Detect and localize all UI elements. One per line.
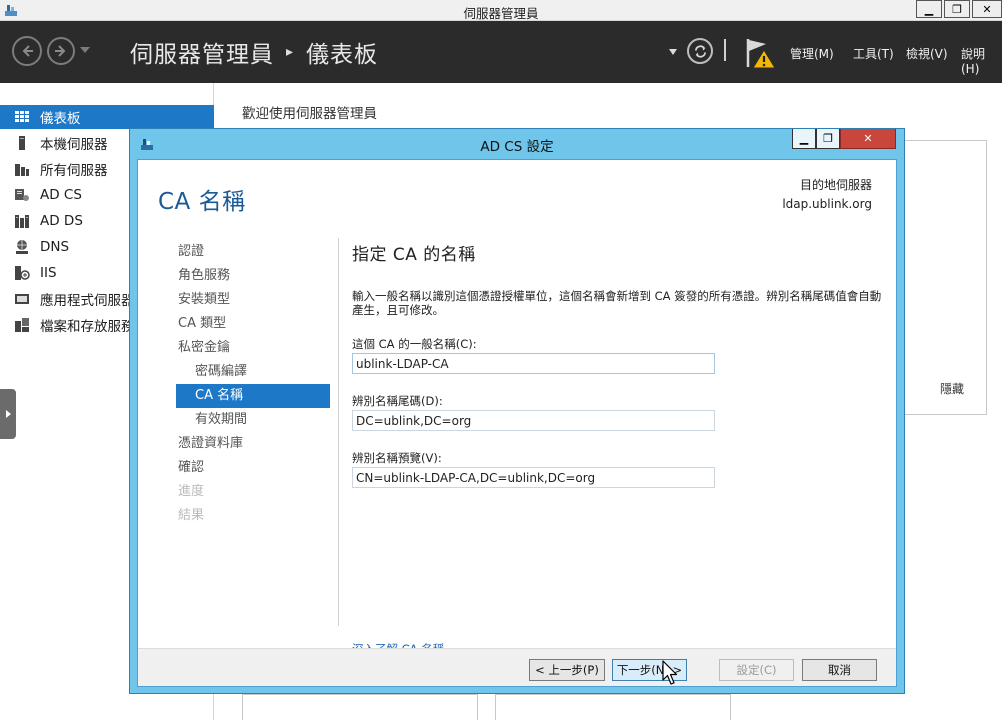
previous-button[interactable]: < 上一步(P): [529, 659, 605, 681]
step-progress: 進度: [178, 484, 205, 499]
servers-icon: [14, 161, 30, 177]
dn-preview-label: 辨別名稱預覽(V):: [352, 451, 442, 465]
forward-button[interactable]: [47, 37, 75, 65]
sidebar-item-label: AD CS: [40, 187, 82, 203]
certificate-icon: [14, 187, 30, 203]
step-ca-type[interactable]: CA 類型: [176, 312, 330, 336]
menu-manage[interactable]: 管理(M): [790, 45, 834, 62]
sidebar-item-label: 本機伺服器: [40, 137, 108, 153]
menu-tools[interactable]: 工具(T): [853, 45, 894, 62]
minimize-button[interactable]: ▁: [916, 0, 942, 18]
pane-title: 指定 CA 的名稱: [352, 245, 476, 265]
welcome-heading: 歡迎使用伺服器管理員: [242, 106, 377, 122]
step-validity-period[interactable]: 有效期間: [176, 408, 330, 432]
adcs-configuration-dialog: AD CS 設定 ▁ ❐ ✕ CA 名稱 目的地伺服器 ldap.ublink.…: [129, 128, 905, 694]
refresh-button[interactable]: [687, 38, 713, 64]
notification-flag-warning-icon[interactable]: [744, 36, 778, 70]
window-controls: ▁ ❐ ✕: [914, 0, 1002, 18]
chevron-right-icon: [5, 410, 11, 418]
step-credentials[interactable]: 認證: [176, 240, 330, 264]
sidebar-item-label: AD DS: [40, 213, 83, 229]
menu-view[interactable]: 檢視(V): [906, 45, 948, 62]
file-storage-icon: [14, 317, 30, 333]
toolbar-divider: [724, 39, 726, 61]
main-toolbar: 伺服器管理員 ▸ 儀表板 管理(M) 工具(T) 檢視(V) 說明(H): [0, 21, 1002, 83]
dialog-minimize-button[interactable]: ▁: [792, 129, 816, 149]
dialog-body: CA 名稱 目的地伺服器 ldap.ublink.org 認證 角色服務 安裝類…: [137, 159, 897, 687]
sidebar-item-label: 應用程式伺服器: [40, 293, 135, 309]
history-dropdown-icon[interactable]: [80, 47, 90, 53]
dialog-window-controls: ▁ ❐ ✕: [792, 129, 896, 149]
step-confirmation[interactable]: 確認: [176, 456, 330, 480]
dn-suffix-label: 辨別名稱尾碼(D):: [352, 394, 443, 408]
dns-icon: [14, 239, 30, 255]
menu-help[interactable]: 說明(H): [961, 45, 1002, 76]
step-certificate-database[interactable]: 憑證資料庫: [176, 432, 330, 456]
sidebar-item-label: DNS: [40, 239, 70, 255]
server-icon: [14, 135, 30, 151]
app-server-icon: [14, 291, 30, 307]
dialog-title-bar: AD CS 設定 ▁ ❐ ✕: [130, 129, 904, 158]
breadcrumb-root[interactable]: 伺服器管理員: [130, 35, 274, 69]
restore-button[interactable]: ❐: [944, 0, 970, 18]
iis-icon: [14, 265, 30, 281]
step-private-key[interactable]: 私密金鑰: [176, 336, 330, 360]
common-name-input[interactable]: [352, 353, 715, 374]
window-title: 伺服器管理員: [463, 6, 539, 21]
sidebar-item-label: 所有伺服器: [40, 163, 108, 179]
dashboard-tile: [242, 694, 478, 720]
step-ca-name[interactable]: CA 名稱: [176, 384, 330, 408]
step-results: 結果: [178, 508, 205, 523]
breadcrumb-current: 儀表板: [306, 42, 379, 68]
dashboard-tile: [495, 694, 731, 720]
step-cryptography[interactable]: 密碼編譯: [176, 360, 330, 384]
breadcrumb: 伺服器管理員 ▸ 儀表板: [130, 35, 378, 69]
destination-server-name: ldap.ublink.org: [782, 197, 872, 211]
window-title-bar: 伺服器管理員 ▁ ❐ ✕: [0, 0, 1002, 21]
pane-description: 輸入一般名稱以識別這個憑證授權單位，這個名稱會新增到 CA 簽發的所有憑證。辨別…: [352, 289, 882, 317]
sidebar-item-dashboard[interactable]: 儀表板: [0, 105, 214, 129]
refresh-icon: [694, 44, 706, 58]
dashboard-tile: [903, 140, 987, 415]
dashboard-icon: [14, 109, 30, 125]
close-button[interactable]: ✕: [972, 0, 1002, 18]
dn-preview-field: [352, 467, 715, 488]
configure-button: 設定(C): [719, 659, 794, 681]
arrow-right-icon: [55, 45, 66, 57]
expand-pane-button[interactable]: [0, 389, 16, 439]
breadcrumb-dropdown-icon[interactable]: [669, 49, 677, 55]
cancel-button[interactable]: 取消: [802, 659, 877, 681]
mouse-cursor-icon: [662, 660, 678, 685]
arrow-left-icon: [22, 45, 33, 57]
sidebar-item-label: 儀表板: [40, 111, 81, 127]
dialog-title: AD CS 設定: [480, 139, 554, 155]
steps-divider: [338, 238, 339, 626]
page-title: CA 名稱: [158, 189, 246, 215]
dialog-footer: < 上一步(P) 下一步(N) > 設定(C) 取消: [138, 648, 896, 686]
dialog-maximize-button[interactable]: ❐: [816, 129, 840, 149]
sidebar-item-label: 檔案和存放服務: [40, 319, 135, 335]
breadcrumb-separator-icon: ▸: [286, 44, 295, 60]
hide-link[interactable]: 隱藏: [940, 380, 964, 397]
common-name-label: 這個 CA 的一般名稱(C):: [352, 337, 477, 351]
back-button[interactable]: [12, 36, 42, 66]
sidebar-item-label: IIS: [40, 265, 57, 281]
destination-server-label: 目的地伺服器: [799, 178, 872, 192]
dialog-close-button[interactable]: ✕: [840, 129, 896, 149]
step-setup-type[interactable]: 安裝類型: [176, 288, 330, 312]
step-role-services[interactable]: 角色服務: [176, 264, 330, 288]
directory-icon: [14, 213, 30, 229]
destination-server: 目的地伺服器 ldap.ublink.org: [782, 176, 872, 214]
dn-suffix-input[interactable]: [352, 410, 715, 431]
